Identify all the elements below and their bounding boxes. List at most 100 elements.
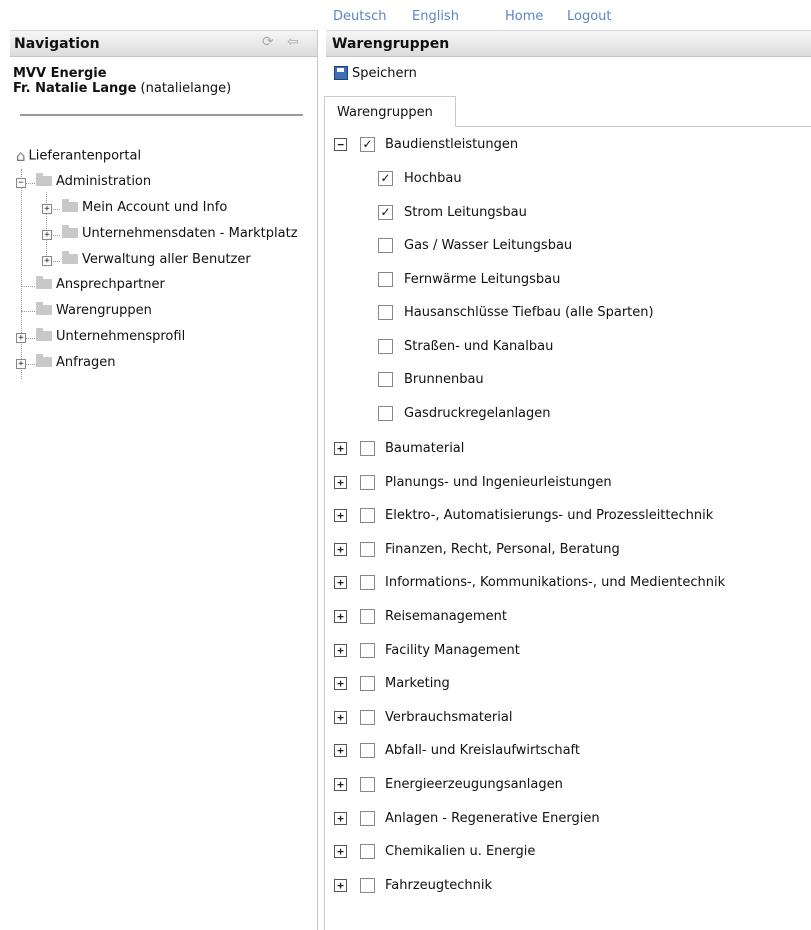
save-button[interactable]: Speichern — [334, 65, 417, 81]
checkbox-group[interactable] — [360, 642, 375, 658]
checkbox-subgroup[interactable]: ✓ — [378, 171, 393, 186]
tree-item-warengruppen[interactable]: Warengruppen — [36, 301, 152, 320]
tree-item-mein-account[interactable]: Mein Account und Info — [62, 198, 228, 217]
group-label: Chemikalien u. Energie — [385, 844, 536, 860]
subgroup-label: Gasdruckregelanlagen — [404, 405, 551, 421]
tree-line — [21, 169, 22, 379]
tree-item-label: Unternehmensdaten - Marktplatz — [82, 226, 298, 241]
checkbox-baudienstleistungen[interactable]: ✓ — [360, 137, 375, 152]
subgroup-label: Gas / Wasser Leitungsbau — [404, 238, 573, 253]
tree-item-anfragen[interactable]: Anfragen — [36, 353, 116, 372]
group-label: Planungs- und Ingenieurleistungen — [385, 474, 612, 490]
checkbox-group[interactable] — [360, 777, 375, 792]
checkbox-subgroup[interactable] — [378, 338, 393, 354]
expand-toggle-icon[interactable]: + — [334, 878, 347, 892]
link-deutsch[interactable]: Deutsch — [333, 9, 387, 24]
folder-icon — [62, 224, 78, 238]
expand-toggle-icon[interactable]: + — [334, 710, 347, 724]
expand-toggle-icon[interactable]: + — [16, 359, 26, 369]
subgroup-label: Strom Leitungsbau — [404, 204, 527, 220]
group-label: Verbrauchsmaterial — [385, 709, 513, 725]
expand-toggle-icon[interactable]: + — [334, 811, 347, 825]
tree-item-ansprechpartner[interactable]: Ansprechpartner — [36, 275, 165, 294]
tree-item-unternehmensprofil[interactable]: Unternehmensprofil — [36, 327, 186, 346]
expand-toggle-icon[interactable]: + — [334, 542, 347, 556]
checkbox-group[interactable] — [360, 508, 375, 524]
checkbox-group[interactable] — [360, 609, 375, 624]
checkbox-subgroup[interactable] — [378, 305, 393, 320]
checkbox-group[interactable] — [360, 743, 375, 759]
group-label: Abfall- und Kreislaufwirtschaft — [385, 743, 580, 759]
folder-icon — [36, 353, 52, 367]
tree-item-verwaltung-benutzer[interactable]: Verwaltung aller Benutzer — [62, 250, 251, 269]
expand-toggle-icon[interactable]: + — [334, 744, 347, 758]
checkbox-group[interactable] — [360, 844, 375, 860]
folder-icon — [36, 301, 52, 315]
collapse-toggle-icon[interactable]: − — [16, 178, 26, 188]
tree-item-label: Mein Account und Info — [82, 200, 228, 215]
navigation-panel: Navigation ⟳ ⇦ MVV Energie Fr. Natalie L… — [10, 30, 318, 930]
folder-icon — [62, 250, 78, 264]
tree-item-unternehmensdaten[interactable]: Unternehmensdaten - Marktplatz — [62, 224, 298, 243]
expand-toggle-icon[interactable]: + — [334, 509, 347, 523]
link-logout[interactable]: Logout — [567, 9, 612, 24]
navigation-tree: ⌂ Lieferantenportal − Administration + Me… — [10, 30, 317, 430]
checkbox-subgroup[interactable] — [378, 238, 393, 253]
expand-toggle-icon[interactable]: + — [334, 475, 347, 489]
expand-toggle-icon[interactable]: + — [42, 204, 52, 214]
portal-icon: ⌂ — [16, 147, 26, 165]
expand-toggle-icon[interactable]: + — [334, 576, 347, 590]
tab-label: Warengruppen — [337, 105, 433, 120]
collapse-toggle-icon[interactable]: − — [334, 138, 347, 151]
checkbox-subgroup[interactable] — [378, 372, 393, 387]
checkbox-group[interactable] — [360, 575, 375, 591]
expand-toggle-icon[interactable]: + — [334, 442, 347, 455]
subgroup-label: Hochbau — [404, 171, 462, 186]
content-border — [324, 126, 325, 930]
expand-toggle-icon[interactable]: + — [16, 333, 26, 343]
checkbox-group[interactable] — [360, 709, 375, 725]
checkbox-group[interactable] — [360, 441, 375, 456]
expand-toggle-icon[interactable]: + — [334, 845, 347, 859]
main-header: Warengruppen — [326, 30, 811, 57]
checkbox-subgroup[interactable]: ✓ — [378, 204, 393, 220]
group-label: Baudienstleistungen — [385, 137, 519, 152]
link-home[interactable]: Home — [505, 9, 543, 24]
group-label: Facility Management — [385, 642, 520, 658]
checkbox-group[interactable] — [360, 474, 375, 490]
expand-toggle-icon[interactable]: + — [42, 256, 52, 266]
expand-toggle-icon[interactable]: + — [334, 643, 347, 657]
checkbox-group[interactable] — [360, 877, 375, 893]
save-label: Speichern — [352, 66, 417, 81]
expand-toggle-icon[interactable]: + — [334, 677, 347, 691]
link-english[interactable]: English — [412, 9, 459, 24]
tree-item-label: Ansprechpartner — [56, 277, 165, 292]
tree-line — [21, 286, 35, 287]
tree-item-label: Warengruppen — [56, 303, 152, 318]
tree-item-label: Unternehmensprofil — [56, 329, 186, 344]
folder-icon — [62, 198, 78, 212]
tab-warengruppen[interactable]: Warengruppen — [324, 96, 456, 127]
tree-line — [21, 311, 35, 312]
checkbox-subgroup[interactable] — [378, 271, 393, 287]
expand-toggle-icon[interactable]: + — [42, 230, 52, 240]
tree-item-lieferantenportal[interactable]: ⌂ Lieferantenportal — [16, 147, 141, 165]
group-label: Informations-, Kommunikations-, und Medi… — [385, 575, 726, 591]
tree-item-administration[interactable]: Administration — [36, 172, 151, 191]
subgroup-label: Straßen- und Kanalbau — [404, 338, 554, 354]
folder-icon — [36, 172, 52, 186]
checkbox-group[interactable] — [360, 541, 375, 557]
main-panel: Warengruppen Speichern Warengruppen − ✓ Ba… — [322, 30, 811, 930]
tree-item-label: Anfragen — [56, 355, 116, 370]
group-label: Finanzen, Recht, Personal, Beratung — [385, 541, 620, 557]
expand-toggle-icon[interactable]: + — [334, 610, 347, 623]
expand-toggle-icon[interactable]: + — [334, 778, 347, 791]
tree-line — [46, 192, 47, 257]
checkbox-group[interactable] — [360, 676, 375, 692]
subgroup-label: Hausanschlüsse Tiefbau (alle Sparten) — [404, 305, 654, 320]
subgroup-label: Brunnenbau — [404, 372, 484, 387]
checkbox-group[interactable] — [360, 810, 375, 826]
folder-icon — [36, 327, 52, 341]
checkbox-subgroup[interactable] — [378, 405, 393, 421]
group-label: Elektro-, Automatisierungs- und Prozessl… — [385, 508, 714, 524]
